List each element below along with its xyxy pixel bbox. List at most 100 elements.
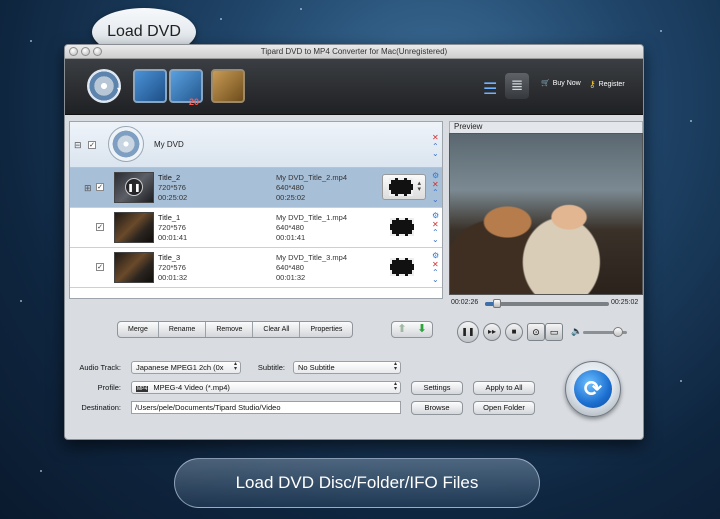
title-resolution: 720*576 bbox=[158, 183, 186, 192]
clip-badge: 20 bbox=[189, 97, 200, 107]
register-link[interactable]: ⚷ Register bbox=[589, 79, 625, 90]
subtitle-label: Subtitle: bbox=[257, 363, 285, 372]
volume-slider[interactable] bbox=[583, 327, 627, 337]
load-dvd-button[interactable] bbox=[87, 69, 121, 103]
reorder-buttons: ⬆ ⬇ bbox=[391, 321, 433, 338]
title-checkbox[interactable]: ✓ bbox=[96, 183, 104, 191]
gear-icon[interactable]: ⚙ bbox=[432, 212, 439, 220]
expand-icon[interactable]: ⊞ bbox=[84, 183, 92, 194]
destination-field[interactable]: /Users/pele/Documents/Tipard Studio/Vide… bbox=[131, 401, 401, 414]
source-info: Title_3 720*576 00:01:32 bbox=[158, 253, 187, 283]
callout-text: Load DVD bbox=[107, 23, 181, 40]
zoom-window-button[interactable] bbox=[93, 47, 102, 56]
settings-button[interactable]: Settings bbox=[411, 381, 463, 395]
profile-value: MPEG-4 Video (*.mp4) bbox=[153, 383, 230, 392]
profile-label: Profile: bbox=[97, 383, 121, 392]
snapshot-camera-icon[interactable]: ⊙ bbox=[527, 323, 545, 341]
remove-icon[interactable]: ✕ bbox=[432, 134, 439, 142]
source-info: Title_1 720*576 00:01:41 bbox=[158, 213, 187, 243]
film-icon[interactable] bbox=[390, 218, 414, 236]
title-checkbox[interactable]: ✓ bbox=[96, 263, 104, 271]
output-settings: Audio Track: Japanese MPEG1 2ch (0x ▴ ▾ S… bbox=[69, 349, 549, 429]
convert-button[interactable]: ⟳ bbox=[565, 361, 621, 417]
toolbar: ▾ 20 ☰ ≣ 🛒 Buy Now ⚷ Register bbox=[65, 59, 643, 115]
move-down-icon[interactable]: ⌄ bbox=[432, 196, 439, 204]
preview-video bbox=[449, 133, 643, 295]
buy-now-link[interactable]: 🛒 Buy Now bbox=[541, 79, 581, 88]
move-down-icon[interactable]: ⌄ bbox=[432, 276, 439, 284]
collapse-icon[interactable]: ⊟ bbox=[74, 140, 82, 151]
film-icon[interactable] bbox=[390, 258, 414, 276]
move-up-arrow-icon[interactable]: ⬆ bbox=[392, 322, 412, 337]
background-star bbox=[30, 40, 32, 42]
fast-forward-button[interactable]: ▸▸ bbox=[483, 323, 501, 341]
caption-banner: Load DVD Disc/Folder/IFO Files bbox=[174, 458, 540, 508]
key-icon: ⚷ bbox=[589, 79, 596, 89]
open-folder-button[interactable]: Open Folder bbox=[473, 401, 535, 415]
window-titlebar: Tipard DVD to MP4 Converter for Mac(Unre… bbox=[65, 45, 643, 59]
convert-refresh-icon: ⟳ bbox=[574, 370, 612, 408]
title-duration: 00:25:02 bbox=[158, 193, 188, 202]
stop-button[interactable]: ■ bbox=[505, 323, 523, 341]
output-info: My DVD_Title_2.mp4 640*480 00:25:02 bbox=[276, 173, 347, 203]
detail-view-icon[interactable]: ≣ bbox=[505, 73, 529, 99]
output-name: My DVD_Title_1.mp4 bbox=[276, 213, 347, 222]
output-duration: 00:01:32 bbox=[276, 273, 306, 282]
background-star bbox=[680, 380, 682, 382]
title-thumbnail bbox=[114, 252, 154, 283]
title-checkbox[interactable]: ✓ bbox=[96, 223, 104, 231]
preview-label: Preview bbox=[449, 121, 643, 133]
select-carets-icon: ▴ ▾ bbox=[393, 381, 397, 392]
source-info: Title_2 720*576 00:25:02 bbox=[158, 173, 187, 203]
snapshot-folder-button[interactable] bbox=[211, 69, 245, 103]
open-folder-icon[interactable]: ▭ bbox=[545, 323, 563, 341]
profile-select[interactable]: MP4 MPEG-4 Video (*.mp4) ▴ ▾ bbox=[131, 381, 401, 394]
clear-all-button[interactable]: Clear All bbox=[253, 322, 301, 337]
gear-icon[interactable]: ⚙ bbox=[432, 252, 439, 260]
browse-button[interactable]: Browse bbox=[411, 401, 463, 415]
gear-icon[interactable]: ⚙ bbox=[432, 172, 439, 180]
close-window-button[interactable] bbox=[69, 47, 78, 56]
background-star bbox=[220, 18, 222, 20]
minimize-window-button[interactable] bbox=[81, 47, 90, 56]
list-item[interactable]: ✓ Title_1 720*576 00:01:41 My DVD_Title_… bbox=[70, 208, 442, 248]
film-icon bbox=[389, 178, 413, 196]
list-item[interactable]: ✓ Title_3 720*576 00:01:32 My DVD_Title_… bbox=[70, 248, 442, 288]
seek-handle[interactable] bbox=[493, 299, 502, 308]
move-down-arrow-icon[interactable]: ⬇ bbox=[412, 322, 432, 337]
buy-now-label: Buy Now bbox=[552, 79, 581, 87]
properties-button[interactable]: Properties bbox=[300, 322, 352, 337]
edit-effect-button[interactable] bbox=[133, 69, 167, 103]
select-carets-icon: ▴ ▾ bbox=[393, 361, 397, 372]
dvd-checkbox[interactable]: ✓ bbox=[88, 141, 96, 149]
stepper-icon: ▴ ▾ bbox=[417, 180, 421, 193]
subtitle-select[interactable]: No Subtitle ▴ ▾ bbox=[293, 361, 401, 374]
audio-track-value: Japanese MPEG1 2ch (0x bbox=[136, 363, 224, 372]
remove-button[interactable]: Remove bbox=[206, 322, 254, 337]
volume-handle[interactable] bbox=[613, 327, 624, 337]
pause-button[interactable]: ❚❚ bbox=[457, 321, 479, 343]
move-down-icon[interactable]: ⌄ bbox=[432, 236, 439, 244]
register-label: Register bbox=[598, 81, 625, 88]
dvd-source-row[interactable]: ⊟ ✓ My DVD ✕ ⌃ ⌄ bbox=[70, 122, 442, 168]
format-selector[interactable]: ▴ ▾ bbox=[382, 174, 426, 200]
window-title: Tipard DVD to MP4 Converter for Mac(Unre… bbox=[260, 47, 448, 56]
title-thumbnail bbox=[114, 212, 154, 243]
list-item[interactable]: ⊞ ✓ ❚❚ Title_2 720*576 00:25:02 My DVD_T… bbox=[70, 168, 442, 208]
apply-to-all-button[interactable]: Apply to All bbox=[473, 381, 535, 395]
merge-button[interactable]: Merge bbox=[118, 322, 159, 337]
output-info: My DVD_Title_1.mp4 640*480 00:01:41 bbox=[276, 213, 347, 243]
output-resolution: 640*480 bbox=[276, 183, 304, 192]
output-name: My DVD_Title_2.mp4 bbox=[276, 173, 347, 182]
rename-button[interactable]: Rename bbox=[159, 322, 207, 337]
output-duration: 00:01:41 bbox=[276, 233, 306, 242]
move-down-icon[interactable]: ⌄ bbox=[432, 150, 439, 158]
destination-label: Destination: bbox=[81, 403, 121, 412]
list-view-icon[interactable]: ☰ bbox=[483, 79, 497, 99]
audio-track-select[interactable]: Japanese MPEG1 2ch (0x ▴ ▾ bbox=[131, 361, 241, 374]
seek-slider[interactable] bbox=[485, 299, 609, 308]
load-dropdown-arrow-icon[interactable]: ▾ bbox=[117, 85, 121, 94]
pause-icon[interactable]: ❚❚ bbox=[125, 178, 143, 196]
action-bar: Merge Rename Remove Clear All Properties… bbox=[69, 317, 443, 343]
total-time: 00:25:02 bbox=[611, 299, 639, 306]
